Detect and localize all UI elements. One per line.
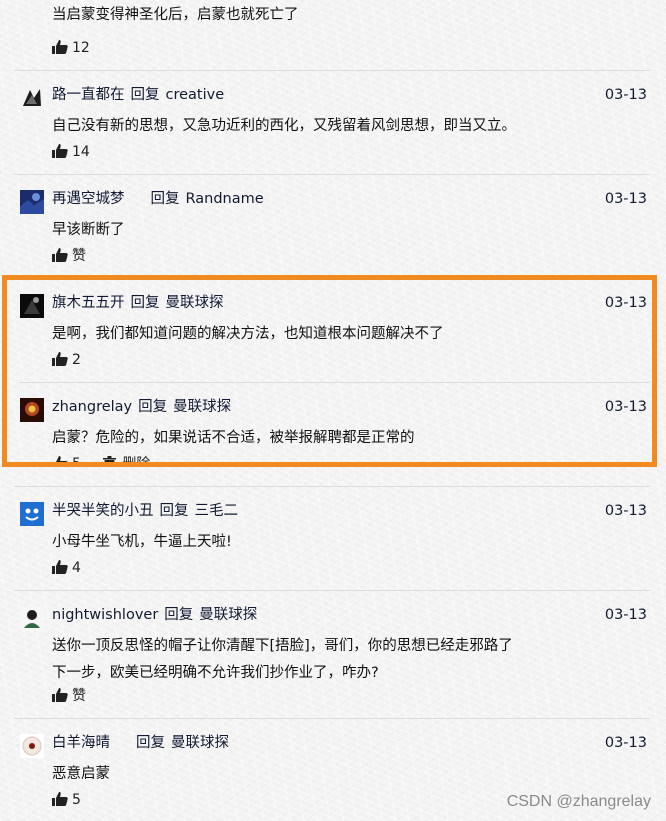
username-link[interactable]: nightwishlover <box>52 607 158 623</box>
comment-date: 03-13 <box>604 503 647 519</box>
comment-actions: 5 删除 <box>52 454 150 466</box>
divider <box>14 590 650 591</box>
thumbs-up-icon <box>52 352 68 366</box>
like-button[interactable]: 赞 <box>52 686 86 706</box>
trash-icon <box>103 456 117 466</box>
like-button[interactable]: 14 <box>52 142 90 162</box>
comment-date: 03-13 <box>604 607 647 623</box>
reply-label: 回复 <box>150 191 180 207</box>
comment-header: zhangrelay 回复 曼联球探 <box>52 396 231 418</box>
reply-label: 回复 <box>130 87 160 103</box>
avatar[interactable] <box>20 86 44 110</box>
like-button[interactable]: 赞 <box>52 246 86 266</box>
comment-item: 旗木五五开 回复 曼联球探 03-13 是啊，我们都知道问题的解决方法，也知道根本问… <box>0 282 666 382</box>
username-link[interactable]: 路一直都在 <box>52 87 125 103</box>
thumbs-up-icon <box>52 456 68 466</box>
username-link[interactable]: zhangrelay <box>52 399 132 415</box>
reply-target-link[interactable]: 三毛二 <box>195 503 239 519</box>
like-button[interactable]: 5 <box>52 790 81 810</box>
divider <box>20 382 650 383</box>
thumbs-up-icon <box>52 248 68 262</box>
watermark: CSDN @zhangrelay <box>506 793 651 810</box>
like-button[interactable]: 5 <box>52 456 81 466</box>
username-link[interactable]: 再遇空城梦 <box>52 191 125 207</box>
username-link[interactable]: 半哭半笑的小丑 <box>52 503 154 519</box>
comment-date: 03-13 <box>604 399 647 415</box>
reply-target-link[interactable]: 曼联球探 <box>171 735 229 751</box>
comment-text: 送你一顶反思怪的帽子让你清醒下[捂脸]，哥们，你的思想已经走邪路了 下一步，欧美… <box>52 633 632 687</box>
reply-target-link[interactable]: Randname <box>186 191 264 207</box>
like-count: 5 <box>72 456 81 466</box>
comment-text: 是啊，我们都知道问题的解决方法，也知道根本问题解决不了 <box>52 326 444 342</box>
comment-text: 自己没有新的思想，又急功近利的西化，又残留着风剑思想，即当又立。 <box>52 118 516 134</box>
comment-item: nightwishlover 回复 曼联球探 03-13 送你一顶反思怪的帽子让你清… <box>0 594 666 718</box>
like-count: 5 <box>72 792 81 808</box>
comment-header: 白羊海晴 回复 曼联球探 <box>52 732 229 754</box>
comment-header: 旗木五五开 回复 曼联球探 <box>52 292 224 314</box>
like-count: 赞 <box>72 688 86 704</box>
comment-text: 早该断断了 <box>52 222 125 238</box>
comment-header: nightwishlover 回复 曼联球探 <box>52 604 257 626</box>
username-link[interactable]: 白羊海晴 <box>52 735 110 751</box>
reply-label: 回复 <box>138 399 168 415</box>
reply-label: 回复 <box>136 735 165 751</box>
thumbs-up-icon <box>52 144 68 158</box>
reply-target-link[interactable]: 曼联球探 <box>173 399 231 415</box>
avatar[interactable] <box>20 294 44 318</box>
avatar[interactable] <box>20 606 44 630</box>
delete-label: 删除 <box>122 456 151 466</box>
comment-header: 再遇空城梦 回复 Randname <box>52 188 264 210</box>
comment-item: 路一直都在 回复 creative 03-13 自己没有新的思想，又急功近利的西化，… <box>0 74 666 174</box>
divider <box>14 174 650 175</box>
thumbs-up-icon <box>52 40 68 54</box>
comment-text: 启蒙？危险的，如果说话不合适，被举报解聘都是正常的 <box>52 430 415 446</box>
comment-text-line: 下一步，欧美已经明确不允许我们抄作业了，咋办? <box>52 665 379 681</box>
comment-item: 当启蒙变得神圣化后，启蒙也就死亡了 12 <box>0 0 666 70</box>
avatar[interactable] <box>20 502 44 526</box>
like-count: 4 <box>72 560 81 576</box>
reply-label: 回复 <box>159 503 189 519</box>
comment-item: zhangrelay 回复 曼联球探 03-13 启蒙？危险的，如果说话不合适，被举… <box>0 386 666 466</box>
avatar[interactable] <box>20 190 44 214</box>
like-button[interactable]: 4 <box>52 558 81 578</box>
comment-header: 路一直都在 回复 creative <box>52 84 224 106</box>
divider <box>14 486 650 487</box>
comment-date: 03-13 <box>604 295 647 311</box>
thumbs-up-icon <box>52 560 68 574</box>
comment-list: 当启蒙变得神圣化后，启蒙也就死亡了 12 路一直都在 回复 creative 03-… <box>0 0 666 821</box>
comment-text-line: 送你一顶反思怪的帽子让你清醒下[捂脸]，哥们，你的思想已经走邪路了 <box>52 638 513 654</box>
comment-header: 半哭半笑的小丑 回复 三毛二 <box>52 500 238 522</box>
comment-text: 恶意启蒙 <box>52 766 110 782</box>
thumbs-up-icon <box>52 792 68 806</box>
like-count: 12 <box>72 40 90 56</box>
divider <box>14 70 650 71</box>
comment-date: 03-13 <box>604 191 647 207</box>
reply-target-link[interactable]: 曼联球探 <box>199 607 257 623</box>
reply-target-link[interactable]: 曼联球探 <box>166 295 224 311</box>
like-count: 赞 <box>72 248 86 264</box>
comment-item: 半哭半笑的小丑 回复 三毛二 03-13 小母牛坐飞机，牛逼上天啦! 4 <box>0 490 666 590</box>
like-button[interactable]: 12 <box>52 38 90 58</box>
divider <box>14 718 650 719</box>
username-link[interactable]: 旗木五五开 <box>52 295 125 311</box>
reply-label: 回复 <box>130 295 160 311</box>
delete-button[interactable]: 删除 <box>103 454 150 466</box>
comment-date: 03-13 <box>604 735 647 751</box>
comment-item: 再遇空城梦 回复 Randname 03-13 早该断断了 赞 <box>0 178 666 278</box>
reply-target-link[interactable]: creative <box>166 87 225 103</box>
like-count: 14 <box>72 144 90 160</box>
comment-text: 当启蒙变得神圣化后，启蒙也就死亡了 <box>52 7 299 23</box>
divider <box>14 278 650 279</box>
comment-date: 03-13 <box>604 87 647 103</box>
thumbs-up-icon <box>52 688 68 702</box>
avatar[interactable] <box>20 734 44 758</box>
reply-label: 回复 <box>164 607 194 623</box>
like-button[interactable]: 2 <box>52 350 81 370</box>
comment-text: 小母牛坐飞机，牛逼上天啦! <box>52 534 232 550</box>
avatar[interactable] <box>20 398 44 422</box>
like-count: 2 <box>72 352 81 368</box>
